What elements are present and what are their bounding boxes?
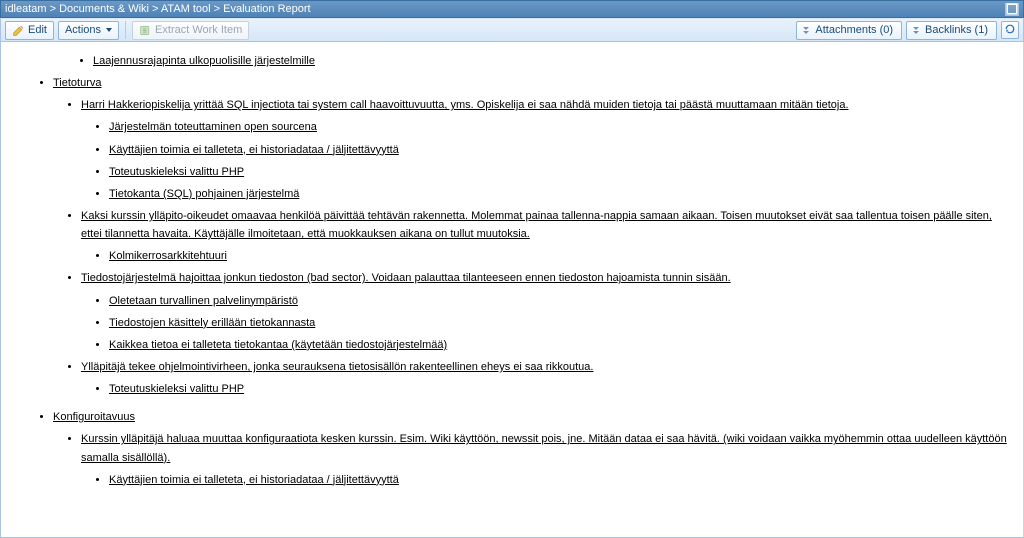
content-link[interactable]: Käyttäjien toimia ei talleteta, ei histo… (109, 144, 399, 156)
content-link[interactable]: Laajennusrajapinta ulkopuolisille järjes… (93, 55, 315, 67)
extract-work-item-button: Extract Work Item (132, 21, 249, 40)
separator (125, 21, 126, 39)
list-item: Käyttäjien toimia ei talleteta, ei histo… (109, 141, 1013, 159)
edit-label: Edit (28, 24, 47, 36)
list-item: Järjestelmän toteuttaminen open sourcena (109, 118, 1013, 136)
content-link[interactable]: Kaikkea tietoa ei talleteta tietokantaa … (109, 339, 447, 351)
section: Konfiguroitavuus Kurssin ylläpitäjä halua… (53, 408, 1013, 489)
list-item: Käyttäjien toimia ei talleteta, ei histo… (109, 471, 1013, 489)
content-link[interactable]: Kolmikerrosarkkitehtuuri (109, 250, 227, 262)
actions-label: Actions (65, 24, 101, 36)
list-item: Harri Hakkeriopiskelija yrittää SQL inje… (81, 96, 1013, 203)
list-item: Tiedostojärjestelmä hajoittaa jonkun tie… (81, 269, 1013, 354)
section-heading[interactable]: Tietoturva (53, 77, 102, 89)
list-item: Kurssin ylläpitäjä haluaa muuttaa konfig… (81, 430, 1013, 488)
content-link[interactable]: Järjestelmän toteuttaminen open sourcena (109, 121, 317, 133)
list-item: Tietokanta (SQL) pohjainen järjestelmä (109, 185, 1013, 203)
content-link[interactable]: Ylläpitäjä tekee ohjelmointivirheen, jon… (81, 361, 593, 373)
document-body: Laajennusrajapinta ulkopuolisille järjes… (1, 42, 1023, 537)
list-item: Laajennusrajapinta ulkopuolisille järjes… (93, 52, 1013, 70)
workitem-icon (139, 24, 152, 37)
list-item: Ylläpitäjä tekee ohjelmointivirheen, jon… (81, 358, 1013, 398)
content-link[interactable]: Harri Hakkeriopiskelija yrittää SQL inje… (81, 99, 849, 111)
backlinks-label: Backlinks (1) (925, 24, 988, 36)
section: Tietoturva Harri Hakkeriopiskelija yrittä… (53, 74, 1013, 398)
content-link[interactable]: Tiedostojärjestelmä hajoittaa jonkun tie… (81, 272, 731, 284)
list-item: Toteutuskieleksi valittu PHP (109, 380, 1013, 398)
extract-label: Extract Work Item (155, 24, 242, 36)
list-item: Tiedostojen käsittely erillään tietokann… (109, 314, 1013, 332)
content-link[interactable]: Toteutuskieleksi valittu PHP (109, 166, 244, 178)
refresh-button[interactable] (1001, 21, 1019, 39)
actions-menu[interactable]: Actions (58, 21, 119, 40)
expand-icon (803, 27, 811, 34)
refresh-icon (1004, 23, 1016, 38)
content-link[interactable]: Käyttäjien toimia ei talleteta, ei histo… (109, 474, 399, 486)
section-heading[interactable]: Konfiguroitavuus (53, 411, 135, 423)
content-link[interactable]: Oletetaan turvallinen palvelinympäristö (109, 295, 298, 307)
content-link[interactable]: Kurssin ylläpitäjä haluaa muuttaa konfig… (81, 433, 1007, 463)
chevron-down-icon (106, 28, 112, 32)
edit-button[interactable]: Edit (5, 21, 54, 40)
content-link[interactable]: Toteutuskieleksi valittu PHP (109, 383, 244, 395)
list-item: Kolmikerrosarkkitehtuuri (109, 247, 1013, 265)
list-item: Toteutuskieleksi valittu PHP (109, 163, 1013, 181)
pencil-icon (12, 24, 25, 37)
attachments-button[interactable]: Attachments (0) (796, 21, 902, 40)
list-item: Oletetaan turvallinen palvelinympäristö (109, 292, 1013, 310)
content-link[interactable]: Tietokanta (SQL) pohjainen järjestelmä (109, 188, 299, 200)
maximize-button[interactable] (1005, 3, 1019, 16)
breadcrumb[interactable]: idleatam > Documents & Wiki > ATAM tool … (5, 3, 1005, 15)
list-item: Kaksi kurssin ylläpito-oikeudet omaavaa … (81, 207, 1013, 265)
title-bar: idleatam > Documents & Wiki > ATAM tool … (0, 0, 1024, 18)
list-item: Kaikkea tietoa ei talleteta tietokantaa … (109, 336, 1013, 354)
expand-icon (913, 27, 921, 34)
backlinks-button[interactable]: Backlinks (1) (906, 21, 997, 40)
toolbar: Edit Actions Extract Work Item Attachmen… (0, 18, 1024, 42)
attachments-label: Attachments (0) (815, 24, 893, 36)
content-link[interactable]: Kaksi kurssin ylläpito-oikeudet omaavaa … (81, 210, 992, 240)
content-link[interactable]: Tiedostojen käsittely erillään tietokann… (109, 317, 315, 329)
